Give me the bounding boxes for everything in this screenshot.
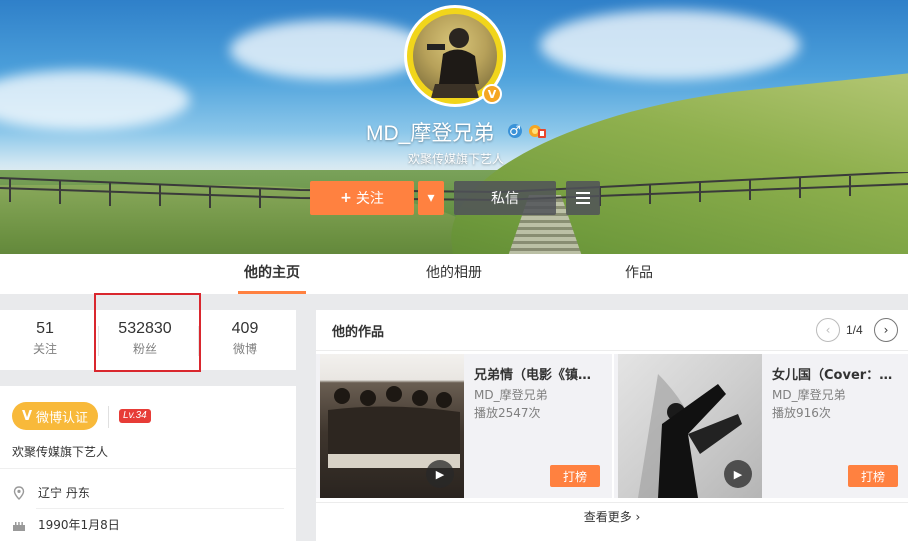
see-more-link[interactable]: 查看更多 › — [316, 508, 908, 525]
work-thumbnail[interactable]: ▶ — [320, 354, 464, 498]
work-play-count: 播放2547次 — [474, 406, 541, 420]
stat-value: 409 — [231, 320, 259, 337]
cloud — [540, 10, 800, 80]
work-title[interactable]: 女儿国（Cover：李健） — [772, 364, 902, 383]
verification-label: 微博认证 — [36, 410, 89, 426]
works-title: 他的作品 — [332, 325, 385, 340]
follow-button[interactable]: + 关注 — [310, 181, 414, 215]
plus-icon: + — [340, 190, 352, 206]
vip-member-icon[interactable] — [528, 123, 546, 139]
cloud — [230, 20, 430, 80]
verified-v-icon: V — [21, 408, 33, 424]
play-icon: ▶ — [435, 467, 445, 481]
work-author[interactable]: MD_摩登兄弟 — [772, 386, 846, 403]
hamburger-menu-icon — [576, 192, 590, 204]
play-button[interactable]: ▶ — [724, 460, 752, 488]
birthday-row: 1990年1月8日 — [12, 516, 120, 533]
play-button[interactable]: ▶ — [426, 460, 454, 488]
avatar-photo — [413, 14, 497, 98]
profile-subtitle: 欢聚传媒旗下艺人 — [408, 152, 505, 166]
follow-button-label: 关注 — [355, 191, 384, 207]
divider — [316, 350, 908, 351]
person-silhouette-icon — [427, 28, 479, 98]
tab-works[interactable]: 作品 — [625, 254, 653, 294]
tab-album[interactable]: 他的相册 — [426, 254, 482, 294]
stat-label: 微博 — [232, 342, 257, 356]
chevron-left-icon: ‹ — [825, 323, 831, 337]
stat-following[interactable]: 51 关注 — [20, 320, 70, 357]
verified-badge-icon: V — [482, 84, 502, 104]
chevron-right-icon: › — [883, 323, 889, 337]
chevron-down-icon: ▾ — [427, 190, 435, 206]
pager-indicator: 1/4 — [846, 323, 863, 337]
divider — [0, 468, 296, 469]
stat-posts[interactable]: 409 微博 — [220, 320, 270, 357]
rank-button[interactable]: 打榜 — [848, 465, 898, 487]
more-menu-button[interactable] — [566, 181, 600, 215]
level-badge[interactable]: Lv.34 — [119, 409, 151, 423]
divider — [316, 502, 908, 503]
background-hill — [438, 68, 908, 254]
next-page-button[interactable]: › — [874, 318, 898, 342]
rank-button[interactable]: 打榜 — [550, 465, 600, 487]
cake-icon — [13, 521, 25, 531]
location-text: 辽宁 丹东 — [38, 486, 90, 500]
tab-home[interactable]: 他的主页 — [238, 254, 306, 294]
work-play-count: 播放916次 — [772, 406, 831, 420]
profile-tabs: 他的主页 他的相册 作品 — [0, 254, 908, 294]
profile-info-panel: V 微博认证 Lv.34 欢聚传媒旗下艺人 辽宁 丹东 1990年1月8日 — [0, 386, 296, 541]
divider — [36, 508, 284, 509]
profile-username: MD_摩登兄弟 — [366, 122, 495, 145]
location-row: 辽宁 丹东 — [12, 484, 90, 501]
weibo-verification-badge[interactable]: V 微博认证 — [12, 402, 98, 430]
cloud — [0, 70, 190, 130]
stat-label: 关注 — [32, 342, 57, 356]
highlight-box — [94, 293, 201, 372]
message-button-label: 私信 — [491, 191, 519, 207]
follow-dropdown-button[interactable]: ▾ — [418, 181, 444, 215]
location-pin-icon — [13, 485, 25, 500]
verification-description: 欢聚传媒旗下艺人 — [12, 445, 109, 459]
divider — [108, 406, 109, 428]
work-card[interactable]: ▶ 女儿国（Cover：李健） MD_摩登兄弟 播放916次 打榜 — [614, 354, 908, 498]
birthday-text: 1990年1月8日 — [38, 518, 120, 532]
message-button[interactable]: 私信 — [454, 181, 556, 215]
work-card[interactable]: ▶ 兄弟情（电影《镇魂法师》 MD_摩登兄弟 播放2547次 打榜 — [316, 354, 612, 498]
stat-value: 51 — [36, 320, 54, 337]
work-thumbnail[interactable]: ▶ — [618, 354, 762, 498]
male-icon: ♂ — [508, 123, 522, 139]
work-title[interactable]: 兄弟情（电影《镇魂法师》 — [474, 364, 604, 383]
play-icon: ▶ — [733, 467, 743, 481]
works-panel: 他的作品 ‹ 1/4 › ▶ 兄弟情（电影《镇魂法师》 MD_摩登兄弟 播放25… — [316, 310, 908, 541]
work-author[interactable]: MD_摩登兄弟 — [474, 386, 548, 403]
prev-page-button[interactable]: ‹ — [816, 318, 840, 342]
